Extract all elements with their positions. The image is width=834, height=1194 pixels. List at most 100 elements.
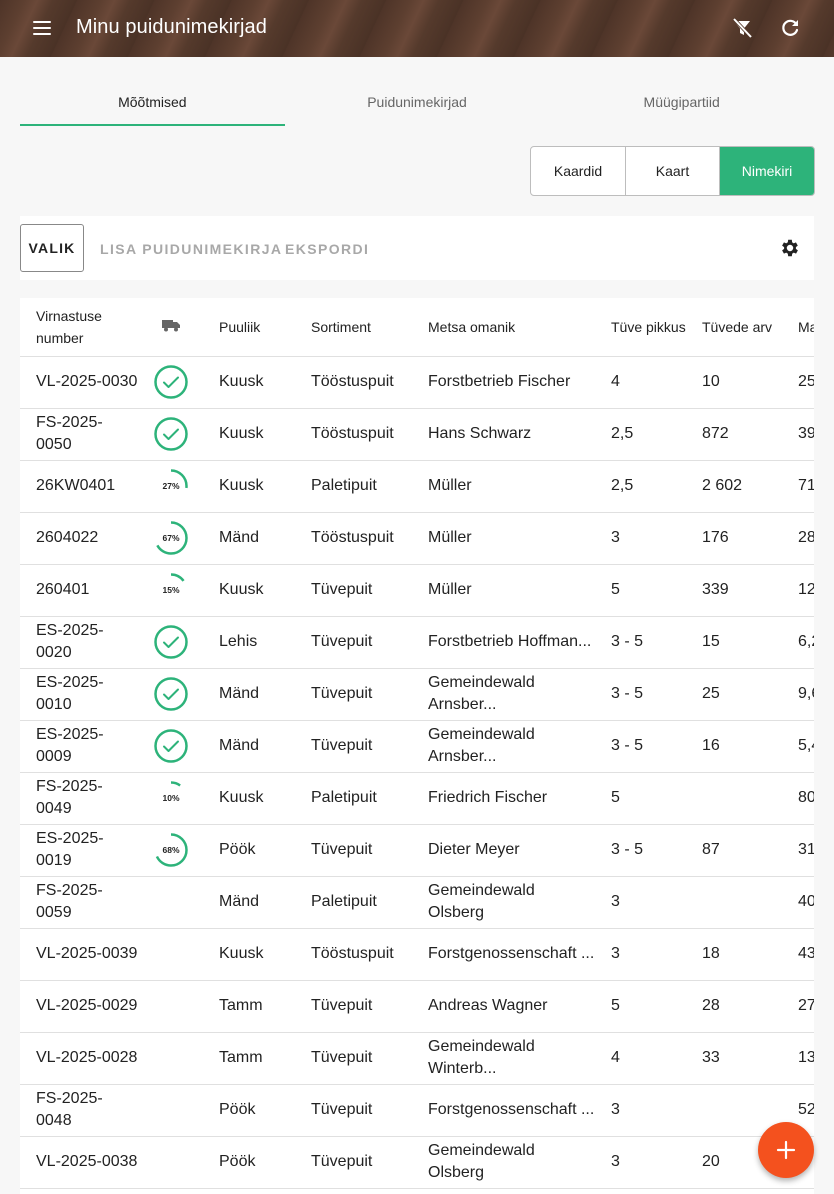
cell-volume: 27 bbox=[782, 980, 814, 1033]
column-header[interactable]: Tüve pikkus bbox=[595, 298, 686, 357]
table-row[interactable]: 2604022 67% MändTööstuspuitMüller317628 bbox=[20, 512, 814, 565]
truck-icon[interactable] bbox=[138, 298, 203, 357]
cell-count: 33 bbox=[686, 1032, 782, 1085]
cell-owner: Müller bbox=[412, 512, 595, 565]
progress-label: 10% bbox=[162, 793, 179, 803]
progress-ring: 15% bbox=[153, 573, 188, 607]
cell-species: Kuusk bbox=[203, 356, 295, 409]
cell-length: 3 - 5 bbox=[595, 616, 686, 669]
cell-count: 25 bbox=[686, 668, 782, 721]
cell-sortiment: Tööstuspuit bbox=[295, 512, 412, 565]
cell-count: 10 bbox=[686, 356, 782, 409]
cell-length: 5 bbox=[595, 564, 686, 617]
cell-count: 16 bbox=[686, 720, 782, 773]
cell-length: 3 bbox=[595, 512, 686, 565]
table-row[interactable]: ES-2025-0019 68% Pöök Tüvepuit Dieter Meyer 3… bbox=[20, 824, 814, 877]
cell-owner: Hans Schwarz bbox=[412, 408, 595, 461]
cell-number: VL-2025-0038 bbox=[20, 1136, 138, 1189]
view-toggle-2[interactable]: Nimekiri bbox=[720, 147, 814, 195]
status-cell bbox=[138, 408, 203, 461]
table-row[interactable]: FS-2025-0059 Mänd Paletipuit Gemeindewald O… bbox=[20, 876, 814, 929]
filter-off-icon[interactable] bbox=[730, 16, 754, 40]
table-row[interactable]: FS-2025-0048 Pöök Tüvepuit Forstgenossensch… bbox=[20, 1084, 814, 1137]
cell-sortiment: Paletipuit bbox=[295, 772, 412, 825]
column-header[interactable]: Virnastuse number bbox=[20, 298, 138, 357]
progress-ring: 67% bbox=[153, 521, 188, 555]
cell-count: 872 bbox=[686, 408, 782, 461]
table-row[interactable]: VL-2025-0030 Kuusk Tööstuspuit Forstbetrieb… bbox=[20, 356, 814, 409]
cell-species: Lehis bbox=[203, 616, 295, 669]
cell-number: ES-2025-0019 bbox=[20, 824, 138, 877]
cell-species: Tamm bbox=[203, 980, 295, 1033]
refresh-icon[interactable] bbox=[778, 16, 802, 40]
view-toggle-0[interactable]: Kaardid bbox=[531, 147, 626, 195]
tab-bar: Mõõtmised Puidunimekirjad Müügipartiid bbox=[20, 78, 814, 126]
cell-count: 176 bbox=[686, 512, 782, 565]
measurements-table: Virnastuse number Puuliik Sortiment Metsa o… bbox=[20, 298, 814, 1194]
progress-label: 67% bbox=[162, 533, 179, 543]
valik-button[interactable]: VALIK bbox=[20, 224, 84, 272]
add-button[interactable] bbox=[758, 1122, 814, 1178]
table-row[interactable]: VL-2025-0038 Pöök Tüvepuit Gemeindewald Ols… bbox=[20, 1136, 814, 1189]
table-row[interactable]: 26KW0401 27% Kuusk Paletipuit Müller 2,5 2 602… bbox=[20, 460, 814, 513]
cell-species: Mänd bbox=[203, 720, 295, 773]
cell-owner: Gemeindewald Olsberg bbox=[412, 876, 595, 929]
table-row[interactable]: ES-2025-0020 Lehis Tüvepuit Forstbetrieb Ho… bbox=[20, 616, 814, 669]
column-header[interactable]: Tüvede arv bbox=[686, 298, 782, 357]
cell-owner: Andreas Wagner bbox=[412, 980, 595, 1033]
cell-number: FS-2025-0059 bbox=[20, 876, 138, 929]
tab-1[interactable]: Puidunimekirjad bbox=[285, 78, 550, 126]
cell-sortiment: Paletipuit bbox=[295, 460, 412, 513]
table-row[interactable]: ES-2025-0010 Mänd Tüvepuit Gemeindewald Arn… bbox=[20, 668, 814, 721]
cell-volume: 40 bbox=[782, 876, 814, 929]
table-row[interactable]: VL-2025-0028 Tamm Tüvepuit Gemeindewald Win… bbox=[20, 1032, 814, 1085]
column-header[interactable]: Sortiment bbox=[295, 298, 412, 357]
cell-length: 3 bbox=[595, 1084, 686, 1137]
cell-count bbox=[686, 772, 782, 825]
status-cell bbox=[138, 668, 203, 721]
cell-species: Kuusk bbox=[203, 408, 295, 461]
status-cell bbox=[138, 1032, 203, 1085]
cell-volume: 43 bbox=[782, 928, 814, 981]
column-header[interactable]: Ma (tm bbox=[782, 298, 814, 357]
table-row[interactable]: FS-2025-0050 Kuusk Tööstuspuit Hans Schwarz… bbox=[20, 408, 814, 461]
plus-icon bbox=[776, 1140, 796, 1160]
cell-number: 2604022 bbox=[20, 512, 138, 565]
cell-sortiment: Tüvepuit bbox=[295, 1136, 412, 1189]
cell-count: 18 bbox=[686, 928, 782, 981]
menu-icon[interactable] bbox=[33, 20, 53, 36]
cell-sortiment: Paletipuit bbox=[295, 876, 412, 929]
add-list-button[interactable]: LISA PUIDUNIMEKIRJA bbox=[100, 241, 282, 257]
status-cell: 10% bbox=[138, 772, 203, 825]
cell-species: Kuusk bbox=[203, 564, 295, 617]
tab-0[interactable]: Mõõtmised bbox=[20, 78, 285, 126]
cell-owner: Müller bbox=[412, 564, 595, 617]
cell-species: Mänd bbox=[203, 876, 295, 929]
cell-sortiment: Tüvepuit bbox=[295, 564, 412, 617]
check-icon bbox=[153, 417, 188, 451]
cell-owner: Friedrich Fischer bbox=[412, 772, 595, 825]
table-row[interactable]: FS-2025-0049 10% Kuusk Paletipuit Friedrich … bbox=[20, 772, 814, 825]
table-row[interactable]: ES-2025-0009 Mänd Tüvepuit Gemeindewald Arn… bbox=[20, 720, 814, 773]
table-row[interactable]: 260401 15% KuuskTüvepuitMüller533912 bbox=[20, 564, 814, 617]
cell-owner: Müller bbox=[412, 460, 595, 513]
cell-number: VL-2025-0030 bbox=[20, 356, 138, 409]
status-cell bbox=[138, 980, 203, 1033]
cell-sortiment: Tüvepuit bbox=[295, 720, 412, 773]
column-header[interactable]: Metsa omanik bbox=[412, 298, 595, 357]
cell-sortiment: Tüvepuit bbox=[295, 1032, 412, 1085]
export-button[interactable]: EKSPORDI bbox=[285, 241, 369, 257]
table-row[interactable]: VL-2025-0029 Tamm Tüvepuit Andreas Wagner 5 2… bbox=[20, 980, 814, 1033]
tab-2[interactable]: Müügipartiid bbox=[549, 78, 814, 126]
cell-count: 2 602 bbox=[686, 460, 782, 513]
cell-sortiment: Tüvepuit bbox=[295, 616, 412, 669]
gear-icon[interactable] bbox=[779, 237, 801, 259]
cell-number: FS-2025-0049 bbox=[20, 772, 138, 825]
cell-owner: Gemeindewald Winterb... bbox=[412, 1032, 595, 1085]
view-toggle-1[interactable]: Kaart bbox=[626, 147, 720, 195]
table-row[interactable]: VL-2025-0039 Kuusk Tööstuspuit Forstgenosse… bbox=[20, 928, 814, 981]
cell-number: VL-2025-0039 bbox=[20, 928, 138, 981]
column-header[interactable]: Puuliik bbox=[203, 298, 295, 357]
cell-species: Pöök bbox=[203, 1084, 295, 1137]
cell-length: 3 - 5 bbox=[595, 720, 686, 773]
